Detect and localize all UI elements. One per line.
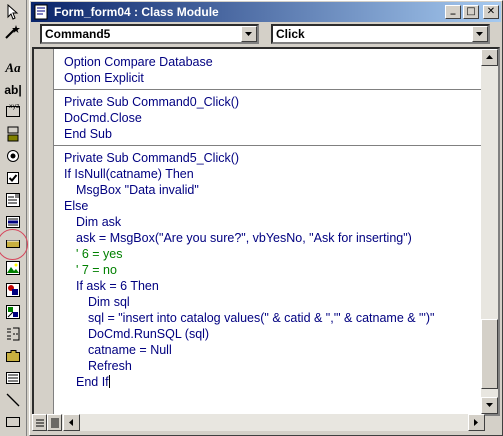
code-line[interactable]: Private Sub Command5_Click()	[64, 150, 478, 166]
unbound-object-frame-icon[interactable]	[2, 280, 24, 300]
close-icon: ✕	[486, 6, 496, 17]
code-editor[interactable]: Option Compare Database Option Explicit Pr…	[32, 47, 500, 416]
select-objects-icon[interactable]	[2, 2, 24, 22]
code-line[interactable]: If IsNull(catname) Then	[64, 166, 478, 182]
code-line[interactable]: Dim sql	[64, 294, 478, 310]
code-line[interactable]: End Sub	[64, 126, 478, 142]
highlight-circle	[0, 229, 28, 260]
control-wizards-icon[interactable]	[2, 22, 24, 42]
arrow-left-icon	[69, 418, 73, 426]
object-combo-dropdown[interactable]	[241, 26, 257, 42]
class-module-window: Form_form04 : Class Module _ □ ✕ Command…	[29, 0, 503, 436]
text-caret	[108, 375, 110, 388]
module-icon	[34, 4, 48, 20]
scroll-right-button[interactable]	[468, 414, 485, 431]
scroll-thumb[interactable]	[481, 319, 498, 389]
check-box-icon[interactable]	[2, 168, 24, 188]
procedure-view-icon	[35, 419, 44, 426]
svg-text:xyz: xyz	[9, 103, 19, 110]
vertical-scrollbar[interactable]	[481, 49, 498, 414]
code-line[interactable]: MsgBox "Data invalid"	[64, 182, 478, 198]
code-line[interactable]: DoCmd.Close	[64, 110, 478, 126]
code-line[interactable]: Option Compare Database	[64, 54, 478, 70]
code-line[interactable]: Option Explicit	[64, 70, 478, 86]
code-line[interactable]: Else	[64, 198, 478, 214]
toggle-button-icon[interactable]	[2, 124, 24, 144]
full-module-view-button[interactable]	[47, 414, 62, 431]
code-line[interactable]: sql = "insert into catalog values(" & ca…	[64, 310, 478, 326]
code-line[interactable]: ' 7 = no	[64, 262, 478, 278]
procedure-combo[interactable]: Click	[271, 24, 490, 44]
title-bar[interactable]: Form_form04 : Class Module _ □ ✕	[31, 2, 501, 22]
close-button[interactable]: ✕	[483, 5, 499, 19]
indicator-margin[interactable]	[34, 49, 54, 414]
code-line[interactable]: End If	[64, 374, 478, 390]
scroll-left-button[interactable]	[63, 414, 80, 431]
minimize-icon: _	[450, 4, 456, 15]
line-icon[interactable]	[2, 390, 24, 410]
option-group-icon[interactable]: xyz	[2, 100, 24, 120]
chevron-down-icon	[245, 31, 252, 36]
procedure-separator	[54, 145, 484, 146]
window-title: Form_form04 : Class Module	[54, 5, 219, 19]
horizontal-scrollbar[interactable]	[32, 414, 485, 431]
chevron-down-icon	[476, 31, 483, 36]
full-module-view-icon	[50, 418, 59, 427]
maximize-button[interactable]: □	[463, 5, 479, 19]
procedure-combo-dropdown[interactable]	[472, 26, 488, 42]
arrow-right-icon	[474, 418, 478, 426]
code-line[interactable]: Refresh	[64, 358, 478, 374]
image-icon[interactable]	[2, 258, 24, 278]
code-line[interactable]: ask = MsgBox("Are you sure?", vbYesNo, "…	[64, 230, 478, 246]
code-line[interactable]: If ask = 6 Then	[64, 278, 478, 294]
code-line[interactable]: Private Sub Command0_Click()	[64, 94, 478, 110]
arrow-down-icon	[485, 403, 493, 407]
code-line[interactable]: Dim ask	[64, 214, 478, 230]
arrow-up-icon	[485, 55, 493, 59]
code-line[interactable]: DoCmd.RunSQL (sql)	[64, 326, 478, 342]
procedure-view-button[interactable]	[32, 414, 47, 431]
object-combo[interactable]: Command5	[40, 24, 259, 44]
scroll-up-button[interactable]	[481, 49, 498, 66]
code-text[interactable]: Option Compare Database Option Explicit Pr…	[54, 54, 484, 390]
tab-control-icon[interactable]	[2, 346, 24, 366]
toolbox: Aa ab| xyz	[0, 0, 28, 436]
label-icon[interactable]: Aa	[2, 58, 24, 78]
object-combo-value: Command5	[45, 27, 111, 41]
rectangle-icon[interactable]	[2, 412, 24, 432]
combo-box-icon[interactable]	[2, 190, 24, 210]
procedure-combo-value: Click	[276, 27, 305, 41]
option-button-icon[interactable]	[2, 146, 24, 166]
procedure-separator	[54, 89, 484, 90]
code-line[interactable]: ' 6 = yes	[64, 246, 478, 262]
page-break-icon[interactable]	[2, 324, 24, 344]
code-line[interactable]: catname = Null	[64, 342, 478, 358]
bound-object-frame-icon[interactable]	[2, 302, 24, 322]
text-box-icon[interactable]: ab|	[2, 80, 24, 100]
scroll-down-button[interactable]	[481, 397, 498, 414]
subform-icon[interactable]	[2, 368, 24, 388]
minimize-button[interactable]: _	[445, 5, 461, 19]
maximize-icon: □	[466, 6, 476, 17]
